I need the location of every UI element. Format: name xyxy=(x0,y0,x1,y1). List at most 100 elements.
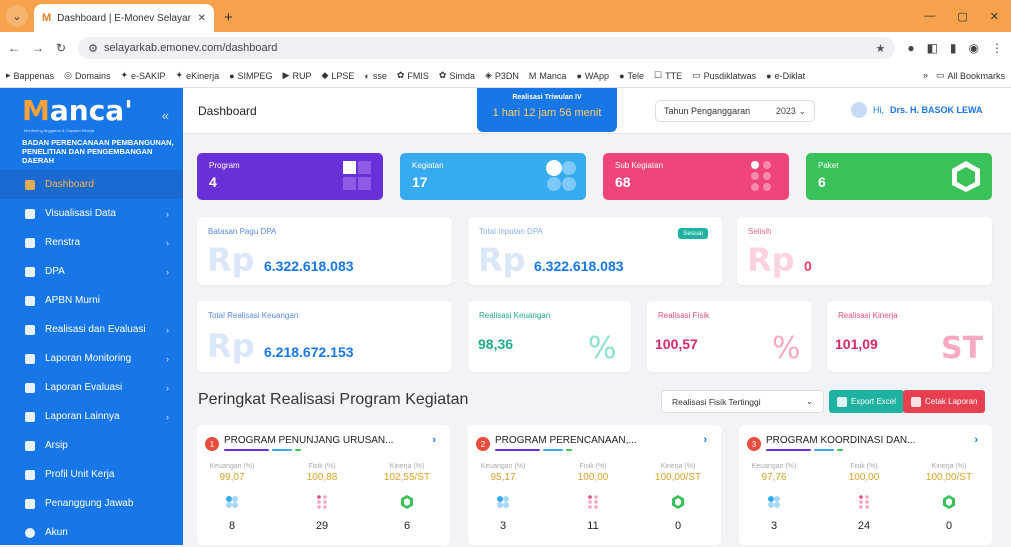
browser-tab-bar: ⌄ M Dashboard | E-Monev Selayar ✕ + — ▢ … xyxy=(0,0,1011,32)
bookmark-item[interactable]: ☐ TTE xyxy=(654,70,682,81)
sidebar-item-laporan-lainnya[interactable]: Laporan Lainnya › xyxy=(0,402,183,431)
progress-bars xyxy=(495,449,572,451)
card-value: 6.322.618.083 xyxy=(534,258,624,274)
sidebar-item-arsip[interactable]: Arsip xyxy=(0,431,183,460)
profile-icon xyxy=(25,469,35,480)
folder-icon: ▭ xyxy=(935,70,945,80)
bookmark-item[interactable]: ✿ FMIS xyxy=(397,70,429,81)
program-card[interactable]: 2 PROGRAM PERENCANAAN,... › Keuangan (%)… xyxy=(468,425,721,545)
chevron-down-icon: ⌄ xyxy=(798,105,806,116)
organization-name: BADAN PERENCANAAN PEMBANGUNAN, PENELITIA… xyxy=(22,138,174,165)
sidebar-item-renstra[interactable]: Renstra › xyxy=(0,228,183,257)
bookmark-item[interactable]: M Manca xyxy=(529,71,567,81)
sidebar-item-penanggung-jawab[interactable]: Penanggung Jawab xyxy=(0,489,183,518)
stat-card-program[interactable]: Program 4 xyxy=(197,153,383,200)
site-info-icon[interactable]: ⚙ xyxy=(88,42,98,55)
stat-card-kegiatan[interactable]: Kegiatan 17 xyxy=(400,153,586,200)
export-excel-button[interactable]: Export Excel xyxy=(829,390,904,413)
collapse-sidebar-icon[interactable]: « xyxy=(162,108,169,123)
bookmark-star-icon[interactable]: ★ xyxy=(875,42,885,55)
new-tab-button[interactable]: + xyxy=(224,9,233,26)
reload-icon[interactable]: ↻ xyxy=(56,41,66,55)
grid-squares-icon xyxy=(343,161,371,190)
print-report-button[interactable]: Cetak Laporan xyxy=(903,390,986,413)
st-icon: ST xyxy=(941,331,984,366)
url-bar[interactable]: ⚙ selayarkab.emonev.com/dashboard ★ xyxy=(78,37,896,59)
bookmark-item[interactable]: ◐ sse xyxy=(364,71,386,81)
sidebar-item-laporan-evaluasi[interactable]: Laporan Evaluasi › xyxy=(0,373,183,402)
bookmark-item[interactable]: ✦ e-SAKIP xyxy=(120,70,165,81)
chevron-right-icon[interactable]: › xyxy=(703,434,707,446)
sidebar-item-profil-unit-kerja[interactable]: Profil Unit Kerja xyxy=(0,460,183,489)
close-window-icon[interactable]: ✕ xyxy=(990,10,999,23)
user-menu[interactable]: Hi, Drs. H. BASOK LEWA xyxy=(851,102,983,118)
archive-icon xyxy=(25,440,35,451)
sidebar-item-akun[interactable]: Akun xyxy=(0,518,183,547)
sidebar-item-dpa[interactable]: DPA › xyxy=(0,257,183,286)
avatar xyxy=(851,102,867,118)
extensions-puzzle-icon[interactable]: ◧ xyxy=(927,41,938,55)
card-title: Realisasi Fisik xyxy=(658,311,710,320)
sidebar-item-visualisasi-data[interactable]: Visualisasi Data › xyxy=(0,199,183,228)
greeting: Hi, xyxy=(873,105,884,115)
bookmark-item[interactable]: ◈ P3DN xyxy=(485,70,519,81)
fisik-col: Fisik (%) 100,88 29 xyxy=(306,463,338,532)
year-value: 2023 ⌄ xyxy=(775,105,806,116)
all-bookmarks[interactable]: ▭ All Bookmarks xyxy=(936,70,1005,81)
year-select[interactable]: Tahun Penganggaran 2023 ⌄ xyxy=(655,100,815,122)
bookmark-item[interactable]: ✦ eKinerja xyxy=(176,70,220,81)
minimize-icon[interactable]: — xyxy=(924,10,935,23)
menu-dots-icon[interactable]: ⋮ xyxy=(991,41,1003,55)
percent-icon: % xyxy=(588,331,617,366)
sidebar-item-laporan-monitoring[interactable]: Laporan Monitoring › xyxy=(0,344,183,373)
program-name: PROGRAM KOORDINASI DAN... xyxy=(766,435,916,446)
back-icon[interactable]: ← xyxy=(8,41,20,55)
bookmark-icon: ▸ xyxy=(6,70,11,80)
package-cube-icon xyxy=(952,161,980,192)
program-card[interactable]: 1 PROGRAM PENUNJANG URUSAN... › Keuangan… xyxy=(197,425,450,545)
ranking-filter-select[interactable]: Realisasi Fisik Tertinggi ⌄ xyxy=(661,390,824,413)
sidepanel-icon[interactable]: ▮ xyxy=(950,41,957,55)
bookmark-icon: M xyxy=(528,70,537,81)
people-icon xyxy=(25,237,35,248)
bookmark-item[interactable]: ● SIMPEG xyxy=(229,71,272,81)
stat-card-sub-kegiatan[interactable]: Sub Kegiatan 68 xyxy=(603,153,789,200)
sidebar-item-dashboard[interactable]: Dashboard xyxy=(0,170,183,199)
bookmark-item[interactable]: ▸ Bappenas xyxy=(6,70,54,81)
kinerja-col: Kinerja (%) 102,55/ST 6 xyxy=(383,463,431,532)
browser-tab[interactable]: M Dashboard | E-Monev Selayar ✕ xyxy=(34,4,214,32)
fisik-col: Fisik (%) 100,00 11 xyxy=(577,463,609,532)
status-badge: Sesuai xyxy=(678,228,708,239)
close-tab-icon[interactable]: ✕ xyxy=(198,13,206,24)
address-toolbar: ← → ↻ ⚙ selayarkab.emonev.com/dashboard … xyxy=(0,32,1011,64)
bookmark-item[interactable]: ▶ RUP xyxy=(283,70,312,81)
tab-search-button[interactable]: ⌄ xyxy=(6,5,28,27)
card-value: 6.322.618.083 xyxy=(264,258,354,274)
bookmark-icon: ◆ xyxy=(321,70,329,80)
bookmark-item[interactable]: ◎ Domains xyxy=(64,70,110,81)
bookmark-item[interactable]: ● e-Diklat xyxy=(766,71,805,81)
filter-value: Realisasi Fisik Tertinggi xyxy=(672,396,761,407)
top-header: Dashboard Realisasi Triwulan IV 1 hari 1… xyxy=(183,88,1011,134)
forward-icon[interactable]: → xyxy=(32,41,44,55)
chevron-right-icon[interactable]: › xyxy=(432,434,436,446)
chevron-right-icon[interactable]: › xyxy=(974,434,978,446)
bookmark-item[interactable]: ● Tele xyxy=(619,71,644,81)
fisik-col: Fisik (%) 100,00 24 xyxy=(848,463,880,532)
tab-title: Dashboard | E-Monev Selayar xyxy=(57,12,191,24)
card-title: Total Inputan DPA xyxy=(479,227,543,236)
more-bookmarks-icon[interactable]: » xyxy=(923,70,928,81)
chevron-right-icon: › xyxy=(166,382,169,393)
sidebar-item-realisasi-evaluasi[interactable]: Realisasi dan Evaluasi › xyxy=(0,315,183,344)
extension-icon[interactable]: ● xyxy=(907,41,914,55)
bookmark-item[interactable]: ▭ Pusdiklatwas xyxy=(692,70,756,81)
stat-card-paket[interactable]: Paket 6 xyxy=(806,153,992,200)
bookmark-item[interactable]: ◆ LPSE xyxy=(321,70,354,81)
bookmark-item[interactable]: ● WApp xyxy=(576,71,609,81)
sidebar-item-apbn-murni[interactable]: APBN Murni xyxy=(0,286,183,315)
maximize-icon[interactable]: ▢ xyxy=(957,10,967,23)
program-card[interactable]: 3 PROGRAM KOORDINASI DAN... › Keuangan (… xyxy=(739,425,992,545)
profile-icon[interactable]: ◉ xyxy=(969,41,979,55)
chevron-right-icon: › xyxy=(166,324,169,335)
bookmark-item[interactable]: ✿ Simda xyxy=(439,70,475,81)
